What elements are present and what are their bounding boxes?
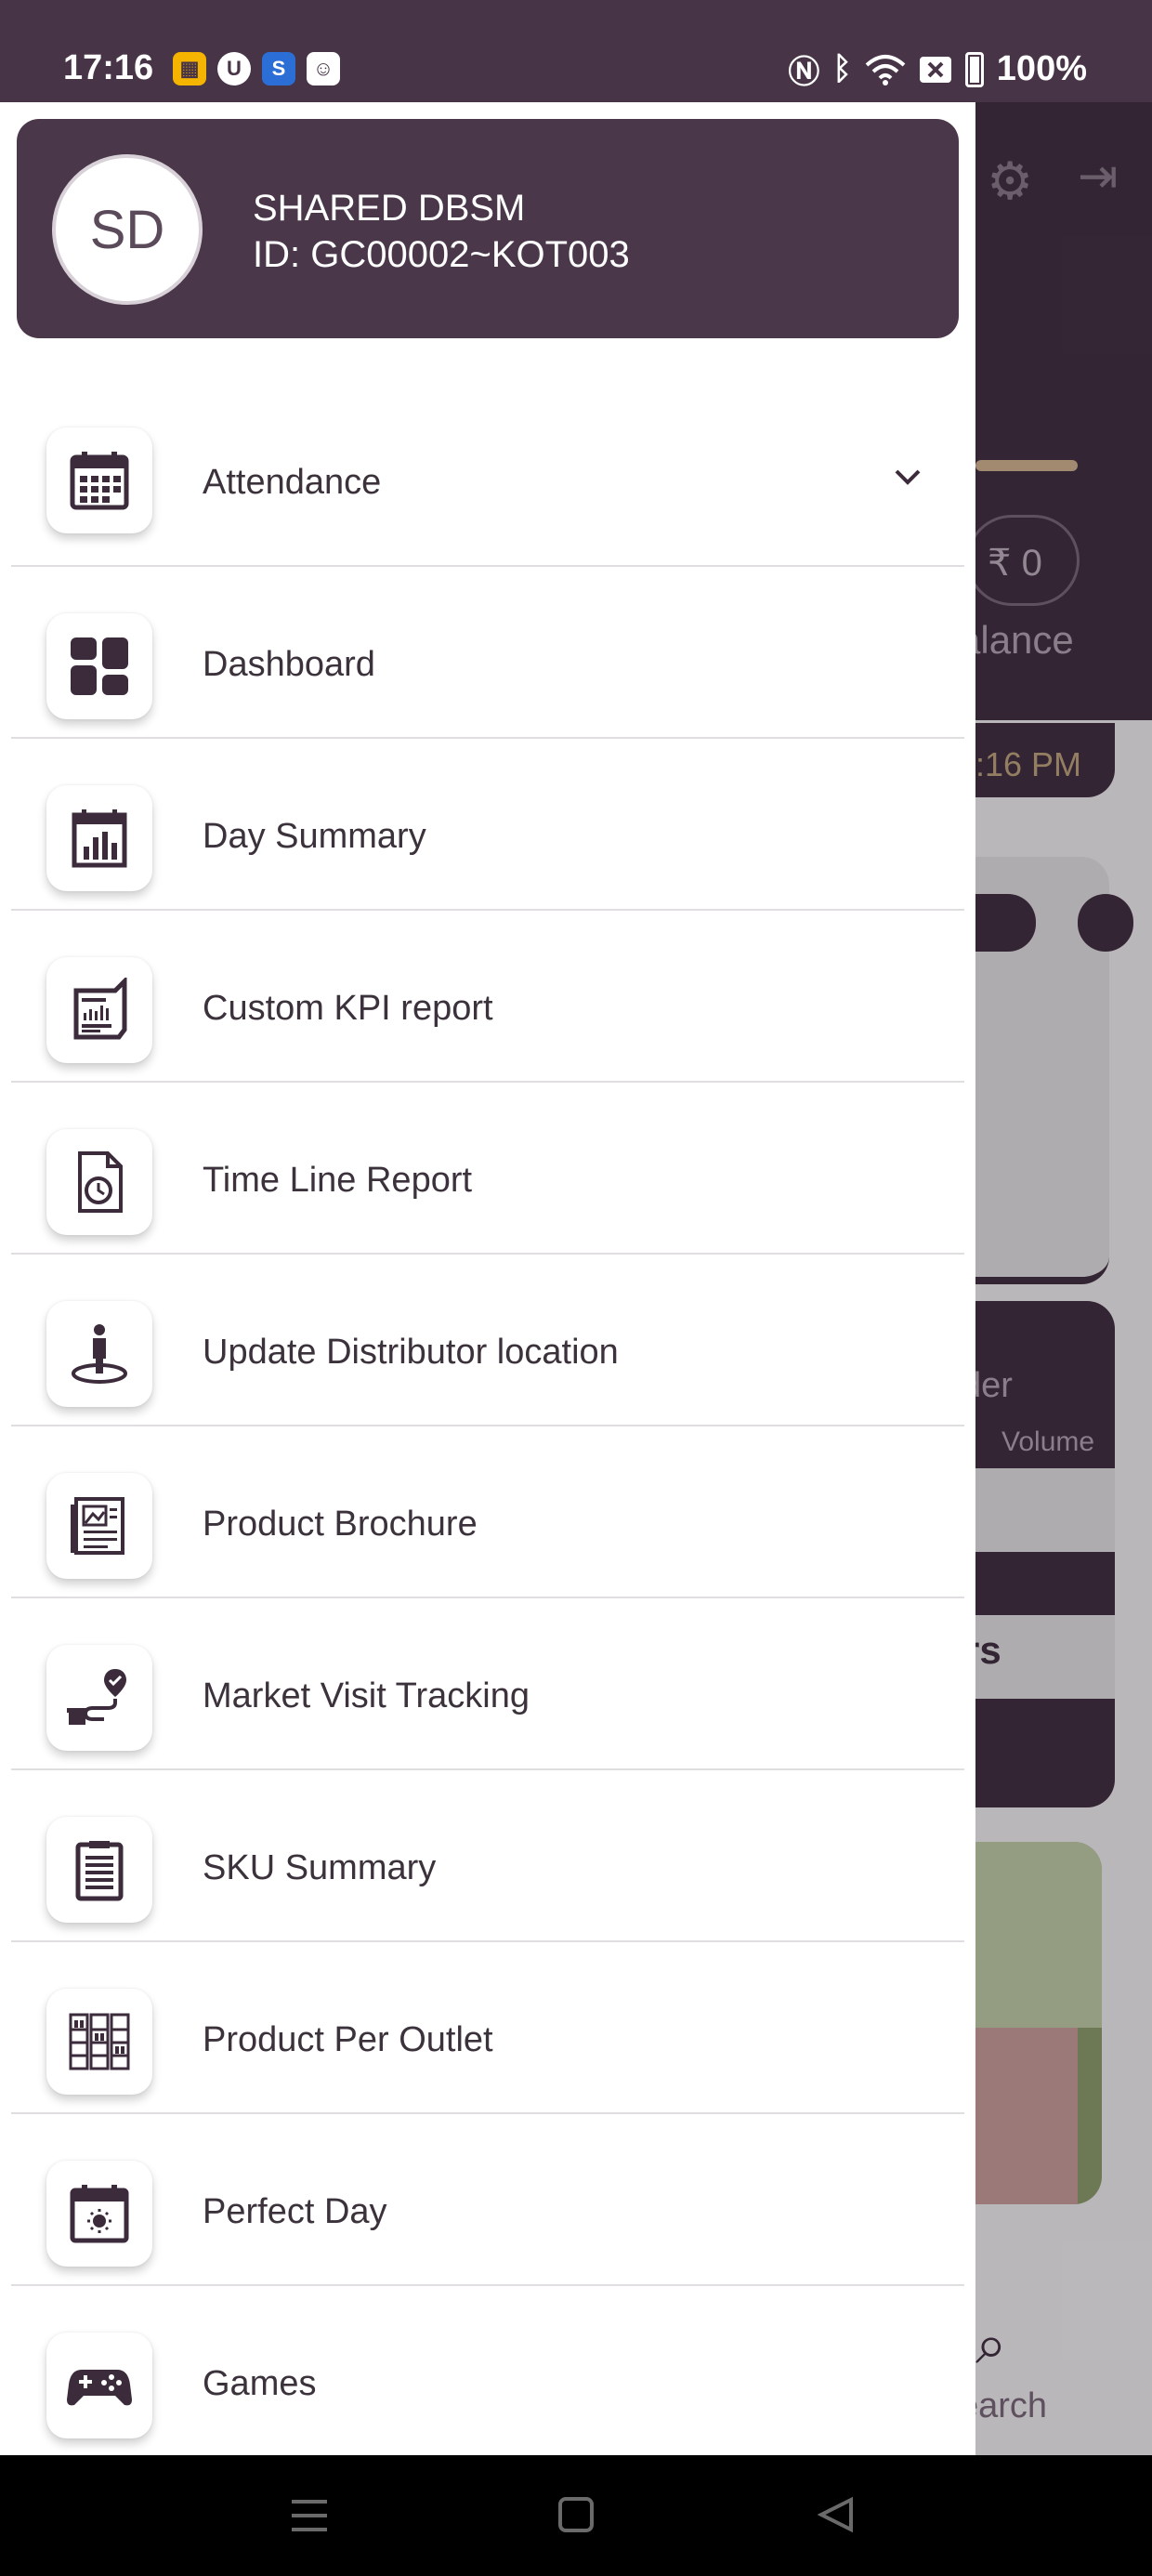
menu-item-custom-kpi-report[interactable]: Custom KPI report	[11, 911, 964, 1083]
menu-item-label: Perfect Day	[203, 2192, 387, 2231]
brochure-icon	[46, 1473, 152, 1579]
menu-item-product-brochure[interactable]: Product Brochure	[11, 1426, 964, 1598]
timeline-report-icon	[46, 1129, 152, 1235]
profile-name: SHARED DBSM	[253, 188, 526, 229]
menu-item-attendance[interactable]: Attendance	[11, 381, 964, 567]
menu-item-sku-summary[interactable]: SKU Summary	[11, 1770, 964, 1942]
menu-item-time-line-report[interactable]: Time Line Report	[11, 1083, 964, 1255]
menu-item-label: Product Per Outlet	[203, 2020, 493, 2059]
chevron-down-icon[interactable]	[894, 463, 922, 491]
menu-item-label: Attendance	[203, 463, 382, 502]
notification-icons: ▦ U S ☺	[173, 52, 340, 85]
navigation-drawer: SD SHARED DBSM ID: GC00002~KOT003 Attend…	[0, 102, 975, 2455]
status-right: Ⓝ ᛒ 100%	[788, 46, 1087, 92]
bluetooth-icon: ᛒ	[832, 51, 852, 86]
chat-app-icon: ☺	[307, 52, 340, 85]
dashboard-icon	[46, 613, 152, 719]
menu-item-label: Custom KPI report	[203, 989, 493, 1028]
avatar: SD	[52, 154, 203, 305]
market-visit-icon	[46, 1645, 152, 1751]
menu-item-label: Dashboard	[203, 645, 375, 684]
battery-icon	[964, 51, 984, 87]
menu-item-label: Day Summary	[203, 817, 426, 856]
menu-item-label: Update Distributor location	[203, 1333, 619, 1372]
menu-item-update-distributor-location[interactable]: Update Distributor location	[11, 1255, 964, 1426]
menu-item-market-visit-tracking[interactable]: Market Visit Tracking	[11, 1598, 964, 1770]
status-bar: 17:16 ▦ U S ☺ Ⓝ ᛒ 100%	[0, 0, 1152, 102]
back-button[interactable]	[818, 2496, 855, 2533]
status-time: 17:16	[63, 48, 154, 87]
recent-apps-button[interactable]	[290, 2496, 329, 2535]
menu-item-label: Market Visit Tracking	[203, 1676, 530, 1715]
menu-item-dashboard[interactable]: Dashboard	[11, 567, 964, 739]
system-nav-bar	[0, 2455, 1152, 2576]
menu-item-games[interactable]: Games	[11, 2286, 964, 2455]
menu-item-label: Product Brochure	[203, 1505, 478, 1544]
sim-blocked-icon	[919, 56, 951, 83]
menu-item-label: Games	[203, 2364, 317, 2403]
drawer-menu: Attendance Dashboard Day Summary Custom …	[11, 381, 964, 2455]
profile-card: SD SHARED DBSM ID: GC00002~KOT003	[17, 119, 959, 338]
shop-app-icon: S	[262, 52, 295, 85]
home-button[interactable]	[557, 2496, 595, 2533]
menu-item-label: SKU Summary	[203, 1848, 437, 1887]
wifi-icon	[865, 54, 906, 85]
game-app-icon: ▦	[173, 52, 206, 85]
kpi-report-icon	[46, 957, 152, 1063]
sun-calendar-icon	[46, 2161, 152, 2267]
menu-item-label: Time Line Report	[203, 1161, 473, 1200]
nfc-icon: Ⓝ	[788, 55, 820, 90]
shelves-icon	[46, 1989, 152, 2095]
location-person-icon	[46, 1301, 152, 1407]
gamepad-icon	[46, 2333, 152, 2438]
clipboard-icon	[46, 1817, 152, 1923]
menu-item-perfect-day[interactable]: Perfect Day	[11, 2114, 964, 2286]
menu-item-product-per-outlet[interactable]: Product Per Outlet	[11, 1942, 964, 2114]
menu-item-day-summary[interactable]: Day Summary	[11, 739, 964, 911]
day-summary-icon	[46, 785, 152, 891]
u-app-icon: U	[217, 52, 251, 85]
battery-percent: 100%	[996, 49, 1087, 88]
calendar-icon	[46, 427, 152, 533]
profile-id: ID: GC00002~KOT003	[253, 234, 630, 275]
